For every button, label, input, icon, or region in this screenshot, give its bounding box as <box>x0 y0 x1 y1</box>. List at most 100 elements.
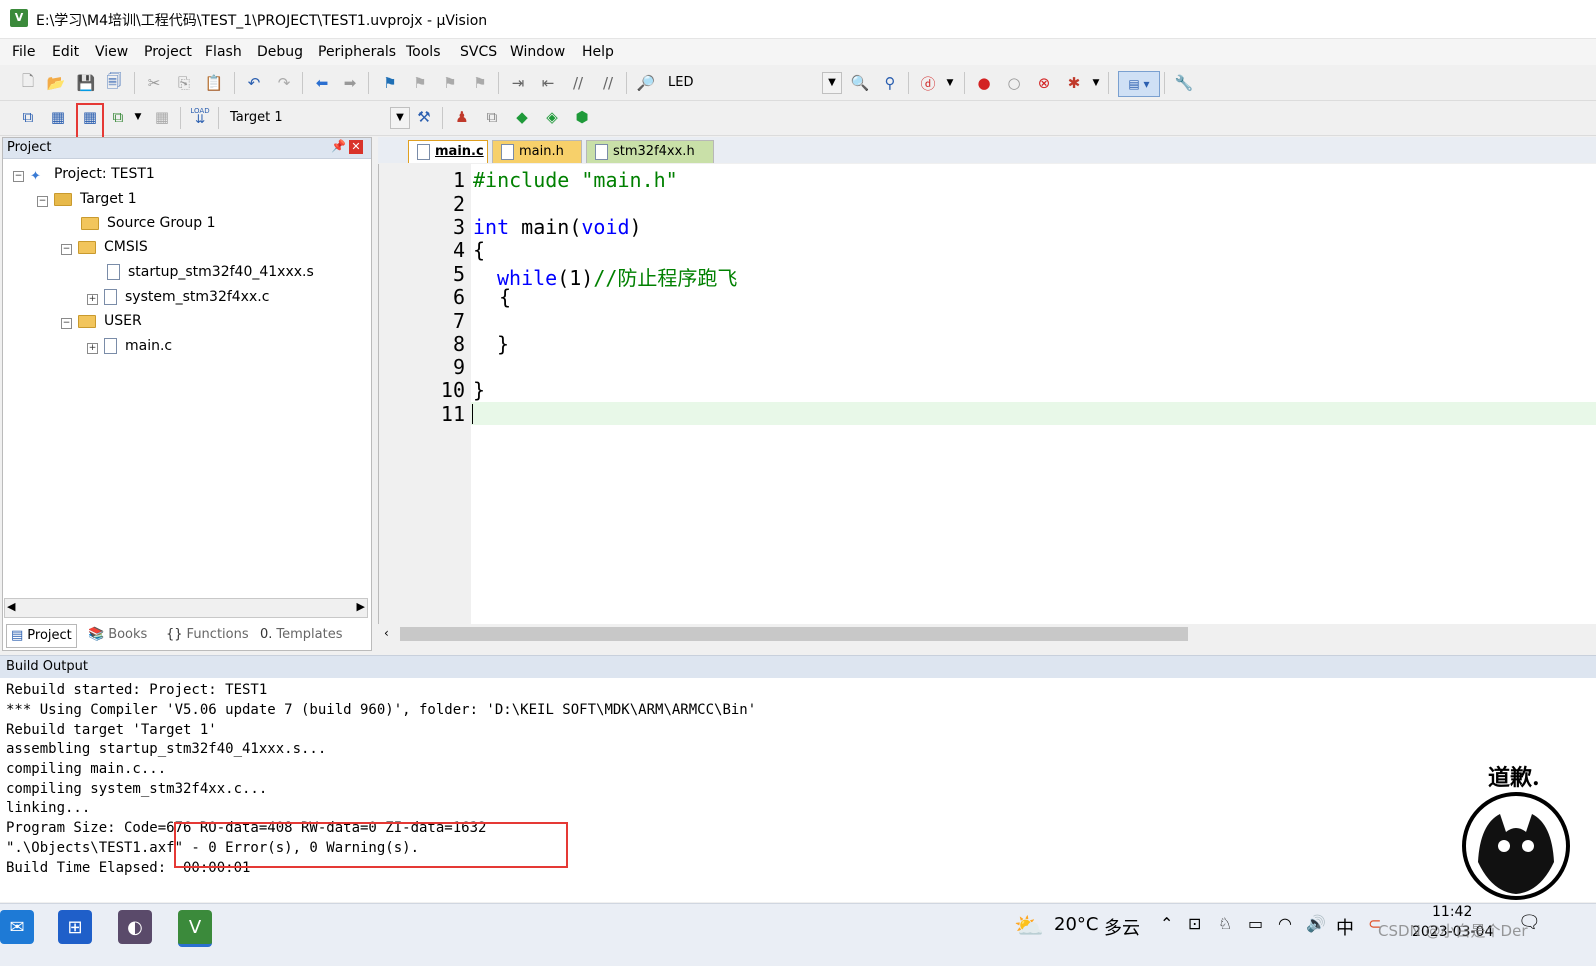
unindent-icon[interactable]: ⇤ <box>538 73 558 93</box>
expand-icon[interactable]: + <box>87 343 98 354</box>
new-file-icon[interactable]: 🗋 <box>18 72 38 93</box>
tab-books[interactable]: 📚 Books <box>88 624 147 646</box>
debug-session-icon[interactable]: ⓓ <box>918 73 938 93</box>
tree-file-system[interactable]: + system_stm32f4xx.c <box>87 286 269 308</box>
copy-icon[interactable]: ⎘ <box>174 73 194 93</box>
menu-project[interactable]: Project <box>144 44 192 60</box>
menu-edit[interactable]: Edit <box>52 44 79 60</box>
menu-peripherals[interactable]: Peripherals <box>318 44 396 60</box>
tab-project[interactable]: ▤ Project <box>6 624 77 648</box>
comment-icon[interactable]: // <box>568 73 588 93</box>
menu-tools[interactable]: Tools <box>406 44 441 60</box>
pack-installer-icon[interactable]: ⬢ <box>572 107 592 127</box>
configure-icon[interactable]: 🔧 <box>1174 73 1194 93</box>
tree-target-node[interactable]: − Target 1 <box>37 188 137 210</box>
tab-templates[interactable]: 0. Templates <box>260 624 343 646</box>
scroll-left-icon[interactable]: ‹ <box>384 626 389 640</box>
menu-flash[interactable]: Flash <box>205 44 242 60</box>
tab-functions[interactable]: {} Functions <box>166 624 249 646</box>
tab-stm32f4xx-h[interactable]: stm32f4xx.h <box>586 140 714 163</box>
nav-forward-icon[interactable]: ➡ <box>340 73 360 93</box>
tree-file-startup[interactable]: startup_stm32f40_41xxx.s <box>107 261 314 283</box>
chevron-down-icon[interactable]: ▼ <box>822 72 842 94</box>
collapse-icon[interactable]: − <box>61 244 72 255</box>
tree-group-cmsis[interactable]: − CMSIS <box>61 236 148 258</box>
menu-svcs[interactable]: SVCS <box>460 44 497 60</box>
select-packs-icon[interactable]: ◈ <box>542 107 562 127</box>
scroll-left-icon[interactable]: ◀ <box>7 600 15 613</box>
weather-desc[interactable]: 多云 <box>1104 914 1140 940</box>
notification-icon[interactable]: 🗨 <box>1518 912 1541 933</box>
disable-all-breakpoints-icon[interactable]: ⊗ <box>1034 73 1054 93</box>
project-horizontal-scrollbar[interactable]: ◀ ▶ <box>4 598 368 618</box>
chevron-up-icon[interactable]: ⌃ <box>1160 914 1173 933</box>
find-icon[interactable]: 🔍 <box>850 73 870 93</box>
store-app-icon[interactable]: ⊞ <box>58 910 92 944</box>
cut-icon[interactable]: ✂ <box>144 73 164 93</box>
build-icon[interactable]: ▦ <box>48 107 68 127</box>
mail-app-icon[interactable]: ✉ <box>0 910 34 944</box>
pin-icon[interactable]: 📌 <box>331 139 346 153</box>
chevron-down-icon[interactable]: ▼ <box>390 107 410 129</box>
redo-icon[interactable]: ↷ <box>274 73 294 93</box>
clear-bookmarks-icon[interactable]: ⚑ <box>470 73 490 93</box>
wifi-icon[interactable]: ◠ <box>1278 914 1292 933</box>
qq-icon[interactable]: ♘ <box>1218 914 1232 933</box>
collapse-icon[interactable]: − <box>61 318 72 329</box>
tray-app-icon[interactable]: ⊡ <box>1188 914 1201 933</box>
nav-back-icon[interactable]: ⬅ <box>312 73 332 93</box>
tree-group-user[interactable]: − USER <box>61 310 142 332</box>
target-select[interactable]: Target 1 ▼ <box>224 107 410 129</box>
menu-file[interactable]: File <box>12 44 35 60</box>
expand-icon[interactable]: + <box>87 294 98 305</box>
prev-bookmark-icon[interactable]: ⚑ <box>410 73 430 93</box>
tree-file-main[interactable]: + main.c <box>87 335 172 357</box>
bookmark-icon[interactable]: ⚑ <box>380 73 400 93</box>
uvision-taskbar-icon[interactable]: V <box>178 910 212 947</box>
target-combo[interactable]: LED ▼ <box>662 72 842 94</box>
ime-indicator[interactable]: 中 <box>1336 914 1354 940</box>
tree-group-source-group-1[interactable]: Source Group 1 <box>81 212 216 234</box>
collapse-icon[interactable]: − <box>37 196 48 207</box>
volume-icon[interactable]: 🔊 <box>1306 914 1326 933</box>
browser-app-icon[interactable]: ◐ <box>118 910 152 944</box>
tree-project-node[interactable]: − ✦ Project: TEST1 <box>13 163 155 185</box>
kill-breakpoints-icon[interactable]: ✱ <box>1064 73 1084 93</box>
manage-project-items-icon[interactable]: ♟ <box>452 107 472 127</box>
translate-icon[interactable]: ⧉ <box>18 107 38 127</box>
collapse-icon[interactable]: − <box>13 171 24 182</box>
window-layout-icon[interactable]: ▤ ▾ <box>1118 71 1160 97</box>
uncomment-icon[interactable]: // <box>598 73 618 93</box>
close-icon[interactable]: ✕ <box>349 140 363 154</box>
editor-horizontal-scrollbar[interactable]: ‹ <box>378 624 1596 644</box>
target-options-icon[interactable]: ⚒ <box>414 107 434 127</box>
indent-icon[interactable]: ⇥ <box>508 73 528 93</box>
tab-main-c[interactable]: main.c <box>408 140 488 163</box>
clock-time[interactable]: 11:42 <box>1432 904 1472 920</box>
weather-temp[interactable]: 20°C <box>1054 914 1098 935</box>
next-bookmark-icon[interactable]: ⚑ <box>440 73 460 93</box>
paste-icon[interactable]: 📋 <box>204 73 224 93</box>
stop-build-icon[interactable]: ▦ <box>152 107 172 127</box>
tab-main-h[interactable]: main.h <box>492 140 582 163</box>
find-in-files-icon[interactable]: 🔎 <box>636 73 656 93</box>
manage-rte-icon[interactable]: ◆ <box>512 107 532 127</box>
scrollbar-thumb[interactable] <box>400 627 1188 641</box>
menu-help[interactable]: Help <box>582 44 614 60</box>
download-icon[interactable]: LOAD ⇊ <box>190 105 210 125</box>
battery-icon[interactable]: ▭ <box>1248 914 1263 933</box>
menu-view[interactable]: View <box>95 44 128 60</box>
menu-window[interactable]: Window <box>510 44 565 60</box>
incremental-find-icon[interactable]: ⚲ <box>880 73 900 93</box>
menu-debug[interactable]: Debug <box>257 44 303 60</box>
undo-icon[interactable]: ↶ <box>244 73 264 93</box>
batch-build-icon[interactable]: ⧉ <box>108 107 128 127</box>
chevron-down-icon[interactable]: ▼ <box>940 73 960 93</box>
chevron-down-icon[interactable]: ▼ <box>128 107 148 127</box>
breakpoint-icon[interactable]: ● <box>974 73 994 93</box>
open-file-icon[interactable]: 📂 <box>46 73 66 93</box>
save-icon[interactable]: 💾 <box>76 73 96 93</box>
code-editor[interactable]: 1 2 3 4 5 6 7 8 9 10 11 #include "main.h… <box>378 164 1596 624</box>
scroll-right-icon[interactable]: ▶ <box>357 600 365 613</box>
weather-icon[interactable]: ⛅ <box>1014 912 1044 940</box>
